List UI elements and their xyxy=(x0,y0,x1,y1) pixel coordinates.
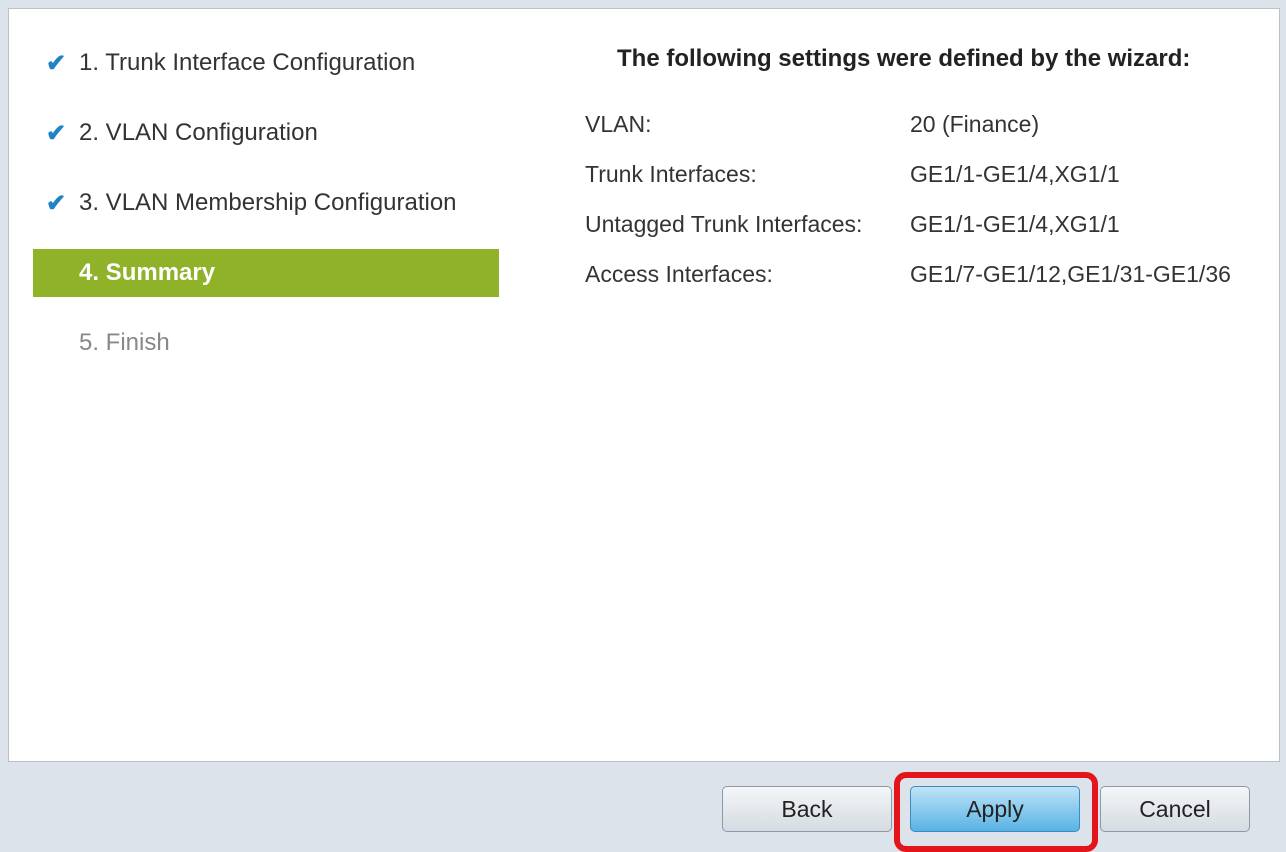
step-label: 2. VLAN Configuration xyxy=(79,119,318,146)
back-button[interactable]: Back xyxy=(722,786,892,832)
wizard-panel: ✔ 1. Trunk Interface Configuration ✔ 2. … xyxy=(8,8,1280,762)
summary-row-access-interfaces: Access Interfaces: GE1/7-GE1/12,GE1/31-G… xyxy=(585,249,1231,299)
row-value: 20 (Finance) xyxy=(910,110,1040,137)
summary-row-untagged-trunk-interfaces: Untagged Trunk Interfaces: GE1/1-GE1/4,X… xyxy=(585,199,1231,249)
wizard-steps: ✔ 1. Trunk Interface Configuration ✔ 2. … xyxy=(33,39,499,389)
step-trunk-interface: ✔ 1. Trunk Interface Configuration xyxy=(33,39,499,87)
step-label: 3. VLAN Membership Configuration xyxy=(79,189,457,216)
row-value: GE1/7-GE1/12,GE1/31-GE1/36 xyxy=(910,260,1231,287)
step-label: 5. Finish xyxy=(79,329,170,356)
step-vlan-membership: ✔ 3. VLAN Membership Configuration xyxy=(33,179,499,227)
step-finish: 5. Finish xyxy=(33,319,499,367)
row-label: Access Interfaces: xyxy=(585,260,773,287)
checkmark-icon: ✔ xyxy=(45,49,67,77)
step-label: 4. Summary xyxy=(79,259,216,286)
cancel-button[interactable]: Cancel xyxy=(1100,786,1250,832)
step-summary: 4. Summary xyxy=(33,249,499,297)
row-label: Untagged Trunk Interfaces: xyxy=(585,210,863,237)
summary-table: VLAN: 20 (Finance) Trunk Interfaces: GE1… xyxy=(585,99,1231,299)
summary-row-vlan: VLAN: 20 (Finance) xyxy=(585,99,1231,149)
row-label: VLAN: xyxy=(585,110,652,137)
summary-title: The following settings were defined by t… xyxy=(617,45,1191,72)
row-label: Trunk Interfaces: xyxy=(585,160,757,187)
checkmark-icon: ✔ xyxy=(45,119,67,147)
checkmark-icon: ✔ xyxy=(45,189,67,217)
step-label: 1. Trunk Interface Configuration xyxy=(79,49,416,76)
step-vlan-configuration: ✔ 2. VLAN Configuration xyxy=(33,109,499,157)
summary-row-trunk-interfaces: Trunk Interfaces: GE1/1-GE1/4,XG1/1 xyxy=(585,149,1231,199)
row-value: GE1/1-GE1/4,XG1/1 xyxy=(910,160,1120,187)
apply-button[interactable]: Apply xyxy=(910,786,1080,832)
row-value: GE1/1-GE1/4,XG1/1 xyxy=(910,210,1120,237)
